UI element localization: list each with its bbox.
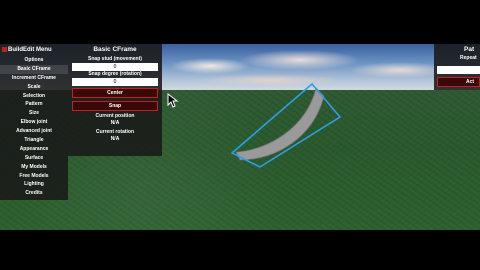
menu-item-pattern[interactable]: Pattern — [0, 100, 68, 109]
snap-degree-input[interactable]: 0 — [72, 78, 158, 86]
menu-title-bar: BuildEdit Menu — [0, 44, 68, 56]
basic-cframe-panel: Basic CFrame Snap stud (movement) 0 Snap… — [68, 44, 162, 156]
menu-item-scale[interactable]: Scale — [0, 83, 68, 92]
center-button[interactable]: Center — [72, 88, 158, 98]
menu-item-list: Options Basic CFrame Increment CFrame Scale… — [0, 56, 68, 198]
menu-item-size[interactable]: Size — [0, 109, 68, 118]
menu-item-appearance[interactable]: Appearance — [0, 145, 68, 154]
menu-item-credits[interactable]: Credits — [0, 189, 68, 198]
current-rotation-value: N/A — [110, 136, 120, 142]
panel-title: Basic CFrame — [93, 46, 137, 53]
menu-item-basic-cframe[interactable]: Basic CFrame — [0, 64, 68, 74]
menu-item-advanced-joint[interactable]: Advanced joint — [0, 127, 68, 136]
menu-item-surface[interactable]: Surface — [0, 154, 68, 163]
current-position-label: Current position — [95, 113, 135, 119]
menu-item-free-models[interactable]: Free Models — [0, 172, 68, 181]
menu-item-selection[interactable]: Selection — [0, 92, 68, 101]
snap-stud-label: Snap stud (movement) — [88, 56, 142, 62]
snap-degree-label: Snap degree (rotation) — [88, 71, 142, 77]
pattern-panel: Pat Repeat Act — [434, 44, 480, 90]
menu-item-elbow-joint[interactable]: Elbow joint — [0, 118, 68, 127]
current-rotation-label: Current rotation — [95, 129, 135, 135]
pattern-panel-title: Pat — [464, 46, 475, 53]
snap-stud-input[interactable]: 0 — [72, 63, 158, 71]
current-position-value: N/A — [110, 120, 120, 126]
mouse-cursor-icon — [167, 92, 179, 108]
menu-item-triangle[interactable]: Triangle — [0, 136, 68, 145]
menu-title: BuildEdit Menu — [8, 47, 52, 53]
repeat-label: Repeat — [460, 55, 477, 61]
snap-button[interactable]: Snap — [72, 101, 158, 111]
menu-item-my-models[interactable]: My Models — [0, 163, 68, 172]
action-button[interactable]: Act — [437, 77, 480, 87]
repeat-input[interactable] — [437, 66, 480, 74]
menu-item-lighting[interactable]: Lighting — [0, 180, 68, 189]
menu-item-increment-cframe[interactable]: Increment CFrame — [0, 74, 68, 83]
curved-part[interactable] — [235, 87, 325, 161]
close-icon[interactable] — [2, 47, 7, 52]
menu-item-options[interactable]: Options — [0, 56, 68, 65]
buildedit-menu-panel: BuildEdit Menu Options Basic CFrame Increm… — [0, 44, 68, 200]
video-letterbox-bottom — [0, 230, 480, 270]
